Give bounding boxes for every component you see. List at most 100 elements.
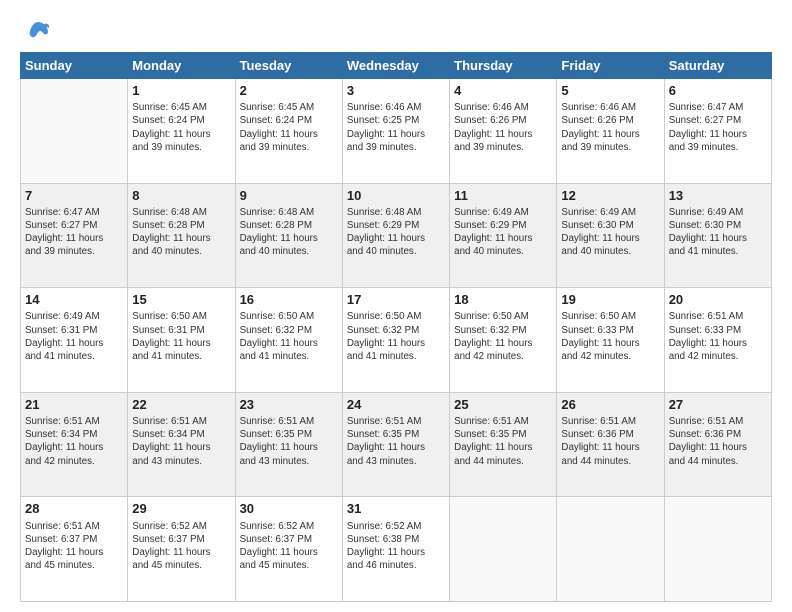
day-info: Sunrise: 6:51 AMSunset: 6:33 PMDaylight:…: [669, 310, 767, 363]
calendar-header-friday: Friday: [557, 53, 664, 79]
day-number: 30: [240, 500, 338, 518]
day-info: Sunrise: 6:51 AMSunset: 6:37 PMDaylight:…: [25, 520, 123, 573]
day-info: Sunrise: 6:51 AMSunset: 6:36 PMDaylight:…: [561, 415, 659, 468]
day-number: 14: [25, 291, 123, 309]
calendar-day-cell: 21Sunrise: 6:51 AMSunset: 6:34 PMDayligh…: [21, 392, 128, 497]
day-number: 16: [240, 291, 338, 309]
day-number: 15: [132, 291, 230, 309]
day-number: 26: [561, 396, 659, 414]
calendar-day-cell: 8Sunrise: 6:48 AMSunset: 6:28 PMDaylight…: [128, 183, 235, 288]
calendar-empty-cell: [664, 497, 771, 602]
day-info: Sunrise: 6:47 AMSunset: 6:27 PMDaylight:…: [25, 206, 123, 259]
calendar-day-cell: 10Sunrise: 6:48 AMSunset: 6:29 PMDayligh…: [342, 183, 449, 288]
header: [20, 20, 772, 42]
calendar-header-wednesday: Wednesday: [342, 53, 449, 79]
day-info: Sunrise: 6:47 AMSunset: 6:27 PMDaylight:…: [669, 101, 767, 154]
day-number: 24: [347, 396, 445, 414]
calendar-day-cell: 23Sunrise: 6:51 AMSunset: 6:35 PMDayligh…: [235, 392, 342, 497]
calendar-day-cell: 15Sunrise: 6:50 AMSunset: 6:31 PMDayligh…: [128, 288, 235, 393]
day-info: Sunrise: 6:45 AMSunset: 6:24 PMDaylight:…: [132, 101, 230, 154]
day-info: Sunrise: 6:50 AMSunset: 6:33 PMDaylight:…: [561, 310, 659, 363]
calendar-header-saturday: Saturday: [664, 53, 771, 79]
calendar-week-row: 1Sunrise: 6:45 AMSunset: 6:24 PMDaylight…: [21, 79, 772, 184]
day-number: 4: [454, 82, 552, 100]
calendar-header-tuesday: Tuesday: [235, 53, 342, 79]
calendar-day-cell: 18Sunrise: 6:50 AMSunset: 6:32 PMDayligh…: [450, 288, 557, 393]
day-info: Sunrise: 6:51 AMSunset: 6:35 PMDaylight:…: [454, 415, 552, 468]
day-number: 28: [25, 500, 123, 518]
day-number: 10: [347, 187, 445, 205]
day-info: Sunrise: 6:46 AMSunset: 6:25 PMDaylight:…: [347, 101, 445, 154]
day-number: 23: [240, 396, 338, 414]
calendar-header-thursday: Thursday: [450, 53, 557, 79]
day-number: 20: [669, 291, 767, 309]
day-number: 21: [25, 396, 123, 414]
calendar-empty-cell: [21, 79, 128, 184]
calendar-header-sunday: Sunday: [21, 53, 128, 79]
day-info: Sunrise: 6:49 AMSunset: 6:31 PMDaylight:…: [25, 310, 123, 363]
day-info: Sunrise: 6:51 AMSunset: 6:34 PMDaylight:…: [132, 415, 230, 468]
calendar-day-cell: 17Sunrise: 6:50 AMSunset: 6:32 PMDayligh…: [342, 288, 449, 393]
calendar-day-cell: 14Sunrise: 6:49 AMSunset: 6:31 PMDayligh…: [21, 288, 128, 393]
calendar-day-cell: 24Sunrise: 6:51 AMSunset: 6:35 PMDayligh…: [342, 392, 449, 497]
calendar-day-cell: 27Sunrise: 6:51 AMSunset: 6:36 PMDayligh…: [664, 392, 771, 497]
calendar-day-cell: 5Sunrise: 6:46 AMSunset: 6:26 PMDaylight…: [557, 79, 664, 184]
page: SundayMondayTuesdayWednesdayThursdayFrid…: [0, 0, 792, 612]
day-number: 8: [132, 187, 230, 205]
day-number: 1: [132, 82, 230, 100]
calendar-day-cell: 13Sunrise: 6:49 AMSunset: 6:30 PMDayligh…: [664, 183, 771, 288]
calendar-table: SundayMondayTuesdayWednesdayThursdayFrid…: [20, 52, 772, 602]
calendar-header-monday: Monday: [128, 53, 235, 79]
day-info: Sunrise: 6:51 AMSunset: 6:36 PMDaylight:…: [669, 415, 767, 468]
calendar-day-cell: 28 Sunrise: 6:51 AMSunset: 6:37 PMDayligh…: [21, 497, 128, 602]
calendar-empty-cell: [557, 497, 664, 602]
calendar-day-cell: 29 Sunrise: 6:52 AMSunset: 6:37 PMDayligh…: [128, 497, 235, 602]
calendar-day-cell: 20Sunrise: 6:51 AMSunset: 6:33 PMDayligh…: [664, 288, 771, 393]
day-info: Sunrise: 6:49 AMSunset: 6:29 PMDaylight:…: [454, 206, 552, 259]
calendar-day-cell: 26Sunrise: 6:51 AMSunset: 6:36 PMDayligh…: [557, 392, 664, 497]
calendar-day-cell: 4Sunrise: 6:46 AMSunset: 6:26 PMDaylight…: [450, 79, 557, 184]
day-number: 11: [454, 187, 552, 205]
day-info: Sunrise: 6:48 AMSunset: 6:28 PMDaylight:…: [240, 206, 338, 259]
calendar-day-cell: 19Sunrise: 6:50 AMSunset: 6:33 PMDayligh…: [557, 288, 664, 393]
day-info: Sunrise: 6:46 AMSunset: 6:26 PMDaylight:…: [454, 101, 552, 154]
day-info: Sunrise: 6:48 AMSunset: 6:29 PMDaylight:…: [347, 206, 445, 259]
day-number: 13: [669, 187, 767, 205]
day-number: 6: [669, 82, 767, 100]
calendar-week-row: 28 Sunrise: 6:51 AMSunset: 6:37 PMDayligh…: [21, 497, 772, 602]
day-info: Sunrise: 6:52 AMSunset: 6:37 PMDaylight:…: [240, 520, 338, 573]
calendar-day-cell: 3Sunrise: 6:46 AMSunset: 6:25 PMDaylight…: [342, 79, 449, 184]
day-info: Sunrise: 6:50 AMSunset: 6:32 PMDaylight:…: [454, 310, 552, 363]
calendar-day-cell: 31Sunrise: 6:52 AMSunset: 6:38 PMDayligh…: [342, 497, 449, 602]
calendar-empty-cell: [450, 497, 557, 602]
day-number: 7: [25, 187, 123, 205]
day-number: 31: [347, 500, 445, 518]
calendar-day-cell: 7Sunrise: 6:47 AMSunset: 6:27 PMDaylight…: [21, 183, 128, 288]
logo: [20, 20, 52, 42]
day-number: 29: [132, 500, 230, 518]
calendar-day-cell: 2Sunrise: 6:45 AMSunset: 6:24 PMDaylight…: [235, 79, 342, 184]
day-number: 2: [240, 82, 338, 100]
day-info: Sunrise: 6:48 AMSunset: 6:28 PMDaylight:…: [132, 206, 230, 259]
day-number: 27: [669, 396, 767, 414]
logo-bird-icon: [24, 18, 52, 46]
day-number: 25: [454, 396, 552, 414]
day-info: Sunrise: 6:51 AMSunset: 6:34 PMDaylight:…: [25, 415, 123, 468]
day-number: 18: [454, 291, 552, 309]
day-info: Sunrise: 6:46 AMSunset: 6:26 PMDaylight:…: [561, 101, 659, 154]
day-number: 17: [347, 291, 445, 309]
day-number: 5: [561, 82, 659, 100]
day-info: Sunrise: 6:52 AMSunset: 6:37 PMDaylight:…: [132, 520, 230, 573]
calendar-day-cell: 6Sunrise: 6:47 AMSunset: 6:27 PMDaylight…: [664, 79, 771, 184]
day-number: 19: [561, 291, 659, 309]
calendar-day-cell: 9Sunrise: 6:48 AMSunset: 6:28 PMDaylight…: [235, 183, 342, 288]
day-number: 22: [132, 396, 230, 414]
calendar-day-cell: 16Sunrise: 6:50 AMSunset: 6:32 PMDayligh…: [235, 288, 342, 393]
day-number: 12: [561, 187, 659, 205]
calendar-day-cell: 11Sunrise: 6:49 AMSunset: 6:29 PMDayligh…: [450, 183, 557, 288]
calendar-week-row: 14Sunrise: 6:49 AMSunset: 6:31 PMDayligh…: [21, 288, 772, 393]
calendar-week-row: 21Sunrise: 6:51 AMSunset: 6:34 PMDayligh…: [21, 392, 772, 497]
day-info: Sunrise: 6:50 AMSunset: 6:32 PMDaylight:…: [240, 310, 338, 363]
day-info: Sunrise: 6:49 AMSunset: 6:30 PMDaylight:…: [669, 206, 767, 259]
day-number: 3: [347, 82, 445, 100]
